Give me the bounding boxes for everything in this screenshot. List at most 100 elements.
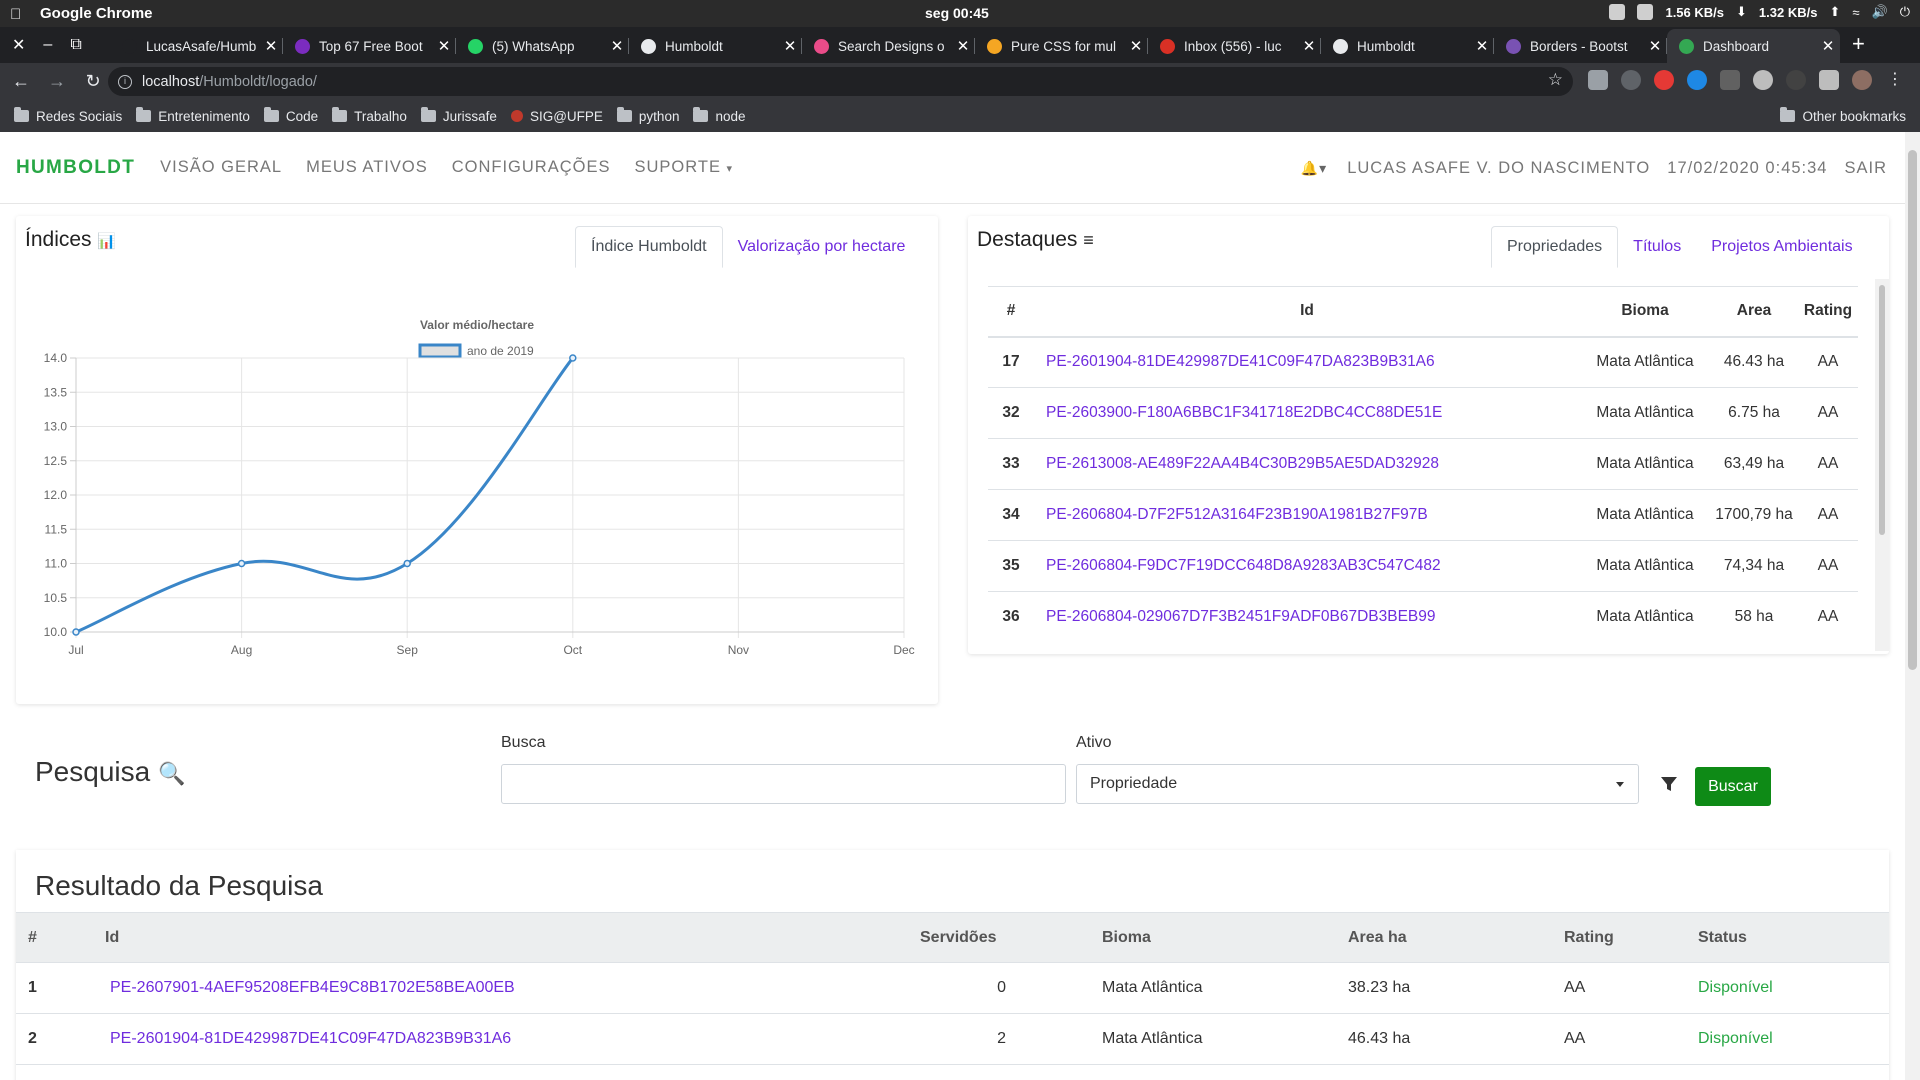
extension-icon[interactable] xyxy=(1654,70,1674,90)
tray-app-icon[interactable] xyxy=(1609,4,1626,20)
tab-titulos[interactable]: Títulos xyxy=(1618,226,1696,268)
property-id-link[interactable]: PE-2601904-81DE429987DE41C09F47DA823B9B3… xyxy=(101,1013,920,1065)
browser-tab[interactable]: Pure CSS for mul ✕ xyxy=(975,29,1148,63)
status-badge: Disponível xyxy=(1698,962,1889,1014)
extension-icon[interactable] xyxy=(1786,70,1806,90)
user-name[interactable]: LUCAS ASAFE V. DO NASCIMENTO xyxy=(1347,159,1650,178)
restore-window-icon[interactable]: ⧉ xyxy=(70,36,81,54)
close-window-icon[interactable]: ✕ xyxy=(12,35,25,55)
filter-icon[interactable] xyxy=(1660,775,1678,793)
forward-icon[interactable]: → xyxy=(42,71,72,92)
bookmark-item[interactable]: Entretenimento xyxy=(136,107,250,124)
ativo-select[interactable]: Propriedade xyxy=(1076,764,1639,804)
bookmark-item[interactable]: Trabalho xyxy=(332,107,407,124)
tab-title: Search Designs o xyxy=(838,38,945,54)
site-info-icon[interactable]: i xyxy=(118,74,132,89)
menu-kebab-icon[interactable]: ⋮ xyxy=(1885,70,1905,90)
close-tab-icon[interactable]: ✕ xyxy=(605,37,629,55)
extension-icon[interactable] xyxy=(1588,70,1608,90)
back-icon[interactable]: ← xyxy=(6,71,36,92)
tab-valorizacao-hectare[interactable]: Valorização por hectare xyxy=(723,226,921,268)
reload-icon[interactable]: ↻ xyxy=(78,71,108,92)
close-tab-icon[interactable]: ✕ xyxy=(1124,37,1148,55)
minimize-window-icon[interactable]: – xyxy=(43,36,52,54)
close-tab-icon[interactable]: ✕ xyxy=(778,37,802,55)
browser-tab[interactable]: Humboldt ✕ xyxy=(1321,29,1494,63)
bookmark-item[interactable]: Redes Sociais xyxy=(14,107,122,124)
avatar[interactable] xyxy=(1852,70,1872,90)
nav-configuracoes[interactable]: CONFIGURAÇÕES xyxy=(452,158,611,177)
busca-input[interactable] xyxy=(501,764,1066,804)
bookmark-item[interactable]: node xyxy=(693,107,746,124)
page-scroll-thumb[interactable] xyxy=(1908,150,1917,670)
property-id-link[interactable]: PE-2606804-D7F2F512A3164F23B190A1981B27F… xyxy=(1034,489,1580,541)
bookmark-item[interactable]: SIG@UFPE xyxy=(510,109,603,124)
row-rating: AA xyxy=(1798,591,1858,643)
wifi-icon[interactable]: ≈ xyxy=(1852,5,1859,20)
notification-bell-icon[interactable]: 🔔▾ xyxy=(1301,160,1327,177)
destaques-scroll-thumb[interactable] xyxy=(1879,285,1885,535)
table-row[interactable]: 35 PE-2606804-F9DC7F19DCC648D8A9283AB3C54… xyxy=(988,540,1858,592)
extension-icon[interactable] xyxy=(1720,70,1740,90)
os-clock[interactable]: seg 00:45 xyxy=(925,5,989,21)
browser-tab[interactable]: Borders - Bootst ✕ xyxy=(1494,29,1667,63)
table-row[interactable]: 2 PE-2601904-81DE429987DE41C09F47DA823B9B… xyxy=(16,1013,1889,1065)
property-id-link[interactable]: PE-2613008-AE489F22AA4B4C30B29B5AE5DAD32… xyxy=(1034,438,1580,490)
table-row[interactable]: 33 PE-2613008-AE489F22AA4B4C30B29B5AE5DAD… xyxy=(988,438,1858,490)
clipboard-icon[interactable] xyxy=(1637,4,1654,20)
power-icon[interactable]: ⏻ xyxy=(1900,4,1910,20)
browser-tab[interactable]: Dashboard ✕ xyxy=(1667,29,1840,63)
key-icon[interactable] xyxy=(1819,70,1839,90)
browser-tab[interactable]: Search Designs o ✕ xyxy=(802,29,975,63)
destaques-scrollbar[interactable] xyxy=(1875,279,1889,651)
table-row[interactable]: 32 PE-2603900-F180A6BBC1F341718E2DBC4CC88… xyxy=(988,387,1858,439)
nav-visao-geral[interactable]: VISÃO GERAL xyxy=(160,158,282,177)
bookmark-item[interactable]: python xyxy=(616,107,679,124)
logout-link[interactable]: SAIR xyxy=(1844,159,1887,178)
property-id-link[interactable]: PE-2603900-F180A6BBC1F341718E2DBC4CC88DE… xyxy=(1034,387,1580,439)
browser-tab[interactable]: Inbox (556) - luc ✕ xyxy=(1148,29,1321,63)
tab-projetos-ambientais[interactable]: Projetos Ambientais xyxy=(1696,226,1867,268)
property-id-link[interactable]: PE-2607901-4AEF95208EFB4E9C8B1702E58BEA0… xyxy=(101,962,920,1014)
bookmark-star-icon[interactable]: ☆ xyxy=(1548,70,1563,90)
favicon-icon xyxy=(122,38,137,54)
table-row[interactable]: 1 PE-2607901-4AEF95208EFB4E9C8B1702E58BEA… xyxy=(16,962,1889,1014)
extension-icon[interactable] xyxy=(1753,70,1773,90)
table-row[interactable]: 36 PE-2606804-029067D7F3B2451F9ADF0B67DB3… xyxy=(988,591,1858,643)
table-row[interactable]: 34 PE-2606804-D7F2F512A3164F23B190A1981B2… xyxy=(988,489,1858,541)
browser-tab[interactable]: Top 67 Free Boot ✕ xyxy=(283,29,456,63)
nav-meus-ativos[interactable]: MEUS ATIVOS xyxy=(306,158,428,177)
browser-tab[interactable]: LucasAsafe/Humb ✕ xyxy=(110,29,283,63)
table-row[interactable]: 17 PE-2601904-81DE429987DE41C09F47DA823B9… xyxy=(988,336,1858,388)
buscar-button[interactable]: Buscar xyxy=(1695,767,1771,806)
close-tab-icon[interactable]: ✕ xyxy=(1643,37,1667,55)
page-scrollbar[interactable] xyxy=(1905,132,1920,1080)
new-tab-button[interactable]: + xyxy=(1852,31,1865,57)
property-id-link[interactable]: PE-2601904-81DE429987DE41C09F47DA823B9B3… xyxy=(1034,336,1580,388)
apple-icon[interactable]:  xyxy=(10,6,26,23)
nav-suporte[interactable]: SUPORTE ▾ xyxy=(634,158,733,177)
nav-suporte-label: SUPORTE xyxy=(634,158,721,176)
brand-logo[interactable]: HUMBOLDT xyxy=(16,157,135,179)
property-id-link[interactable]: PE-2606804-029067D7F3B2451F9ADF0B67DB3BE… xyxy=(1034,591,1580,643)
browser-tab[interactable]: (5) WhatsApp ✕ xyxy=(456,29,629,63)
extension-icon[interactable] xyxy=(1687,70,1707,90)
extension-icon[interactable] xyxy=(1621,70,1641,90)
close-tab-icon[interactable]: ✕ xyxy=(432,37,456,55)
property-id-link[interactable]: PE-2606804-F9DC7F19DCC648D8A9283AB3C547C… xyxy=(1034,540,1580,592)
address-bar[interactable]: i localhost/Humboldt/logado/ ☆ xyxy=(108,67,1573,96)
bookmark-item[interactable]: Code xyxy=(263,107,318,124)
y-tick-label: 10.5 xyxy=(44,591,68,605)
other-bookmarks[interactable]: Other bookmarks xyxy=(1780,107,1906,124)
bookmark-label: Entretenimento xyxy=(158,108,250,124)
volume-icon[interactable]: 🔊 xyxy=(1872,4,1888,20)
tab-propriedades[interactable]: Propriedades xyxy=(1491,226,1619,268)
tab-indice-humboldt[interactable]: Índice Humboldt xyxy=(575,226,723,268)
close-tab-icon[interactable]: ✕ xyxy=(1816,37,1840,55)
close-tab-icon[interactable]: ✕ xyxy=(1297,37,1321,55)
close-tab-icon[interactable]: ✕ xyxy=(951,37,975,55)
browser-tab[interactable]: Humboldt ✕ xyxy=(629,29,802,63)
close-tab-icon[interactable]: ✕ xyxy=(1470,37,1494,55)
close-tab-icon[interactable]: ✕ xyxy=(259,37,283,55)
bookmark-item[interactable]: Jurissafe xyxy=(420,107,497,124)
